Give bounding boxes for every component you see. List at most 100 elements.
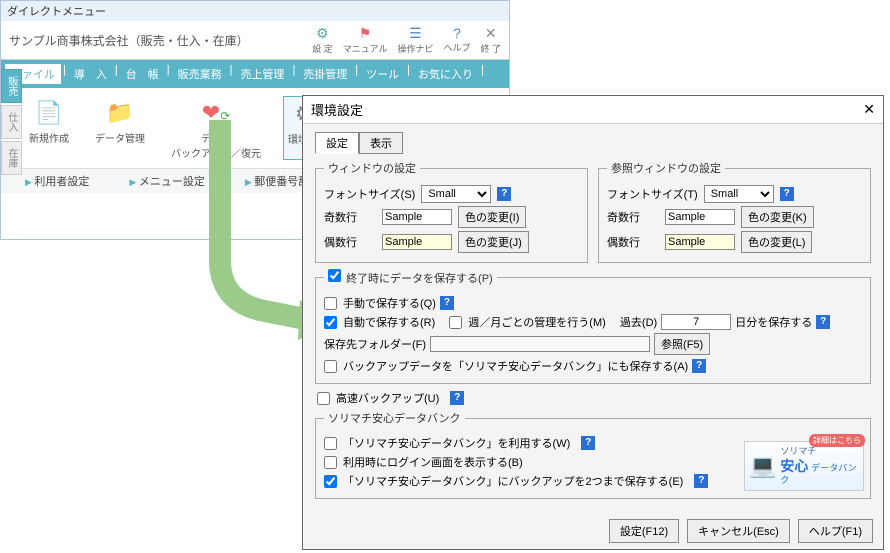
help-button[interactable]: ヘルプ(F1) [798, 519, 873, 543]
databank-login-checkbox[interactable] [324, 456, 337, 469]
ref-even-color-button[interactable]: 色の変更(L) [741, 231, 812, 253]
tab-tools[interactable]: ツール [360, 64, 405, 84]
save-on-exit-checkbox[interactable] [328, 269, 341, 282]
ref-even-label: 偶数行 [607, 234, 659, 250]
ribbon-data-mgmt[interactable]: 📁 データ管理 [91, 96, 149, 160]
manual-icon[interactable]: ⚑マニュアル [343, 25, 388, 55]
ref-even-sample [665, 234, 735, 250]
manual-save-label: 手動で保存する(Q) [343, 295, 436, 311]
weekly-label: 週／月ごとの管理を行う(M) [468, 314, 605, 330]
banner-badge: 詳細はこちら [809, 434, 865, 447]
dialog-body: 設定 表示 ウィンドウの設定 フォントサイズ(S) Small ? 奇数行 色の… [303, 124, 883, 513]
dialog-footer: 設定(F12) キャンセル(Esc) ヘルプ(F1) [609, 519, 873, 543]
ref-odd-label: 奇数行 [607, 209, 659, 225]
ref-font-label: フォントサイズ(T) [607, 186, 698, 202]
databank-banner[interactable]: 詳細はこちら 💻 ソリマチ 安心 データバンク [744, 441, 864, 491]
company-name: サンプル商事株式会社（販売・仕入・在庫） [9, 32, 312, 49]
side-tab-purchase[interactable]: 仕入 [1, 105, 22, 139]
dialog-title: 環境設定 [311, 100, 363, 119]
browse-button[interactable]: 参照(F5) [654, 333, 710, 355]
dialog-titlebar: 環境設定 ✕ [303, 96, 883, 124]
help-icon[interactable]: ? [497, 187, 511, 201]
tab-sales-op[interactable]: 販売業務 [172, 64, 228, 84]
save-legend: 終了時にデータを保存する(P) [324, 269, 497, 286]
days-suffix: 日分を保存する [735, 314, 812, 330]
tab-ledger[interactable]: 台 帳 [120, 64, 165, 84]
databank-limit2-checkbox[interactable] [324, 475, 337, 488]
toolbar-icons: ⚙設 定 ⚑マニュアル ☰操作ナビ ?ヘルプ ✕終 了 [312, 25, 501, 55]
databank-use-label: 「ソリマチ安心データバンク」を利用する(W) [343, 435, 570, 451]
env-settings-dialog: 環境設定 ✕ 設定 表示 ウィンドウの設定 フォントサイズ(S) Small ?… [302, 95, 884, 550]
side-tab-stock[interactable]: 在庫 [1, 141, 22, 175]
refwin-legend: 参照ウィンドウの設定 [607, 160, 725, 176]
tab-display[interactable]: 表示 [359, 132, 403, 154]
font-label: フォントサイズ(S) [324, 186, 415, 202]
sub-user-settings[interactable]: 利用者設定 [25, 173, 89, 189]
help-icon[interactable]: ? [694, 474, 708, 488]
fast-backup-label: 高速バックアップ(U) [336, 390, 439, 406]
weekly-checkbox[interactable] [449, 316, 462, 329]
ref-odd-sample [665, 209, 735, 225]
company-bar: サンプル商事株式会社（販売・仕入・在庫） ⚙設 定 ⚑マニュアル ☰操作ナビ ?… [1, 21, 509, 60]
plus-doc-icon: 📄 [35, 100, 62, 126]
save-on-exit-group: 終了時にデータを保存する(P) 手動で保存する(Q) ? 自動で保存する(R) … [315, 269, 871, 384]
help-icon[interactable]: ? [692, 359, 706, 373]
menu-bar: ファイル | 導 入 | 台 帳 | 販売業務 | 売上管理 | 売掛管理 | … [1, 60, 509, 88]
tab-settings[interactable]: 設定 [315, 132, 359, 154]
ribbon-new[interactable]: 📄 新規作成 [25, 96, 73, 160]
databank-limit2-label: 「ソリマチ安心データバンク」にバックアップを2つまで保存する(E) [343, 473, 683, 489]
banner-text: ソリマチ 安心 データバンク [780, 446, 863, 487]
window-settings-group: ウィンドウの設定 フォントサイズ(S) Small ? 奇数行 色の変更(I) … [315, 160, 588, 263]
help-icon[interactable]: ? [816, 315, 830, 329]
help-icon[interactable]: ? [780, 187, 794, 201]
odd-sample [382, 209, 452, 225]
exit-icon[interactable]: ✕終 了 [480, 25, 501, 55]
even-row-label: 偶数行 [324, 234, 376, 250]
odd-color-button[interactable]: 色の変更(I) [458, 206, 526, 228]
databank-legend: ソリマチ安心データバンク [324, 410, 465, 426]
heart-icon: ❤⟳ [202, 100, 231, 126]
dialog-tabs: 設定 表示 [315, 132, 871, 154]
days-input[interactable] [661, 314, 731, 330]
cancel-button[interactable]: キャンセル(Esc) [687, 519, 790, 543]
laptop-icon: 💻 [749, 453, 776, 479]
databank-also-label: バックアップデータを「ソリマチ安心データバンク」にも保存する(A) [343, 358, 688, 374]
settings-icon[interactable]: ⚙設 定 [312, 25, 333, 55]
auto-save-label: 自動で保存する(R) [343, 314, 435, 330]
folder-label: 保存先フォルダー(F) [324, 336, 426, 352]
ribbon-backup[interactable]: ❤⟳ データ バックアップ／復元 [167, 96, 265, 160]
font-size-select[interactable]: Small [421, 185, 491, 203]
ref-window-settings-group: 参照ウィンドウの設定 フォントサイズ(T) Small ? 奇数行 色の変更(K… [598, 160, 871, 263]
side-tab-sales[interactable]: 販売 [1, 69, 22, 103]
help-icon[interactable]: ? [440, 296, 454, 310]
auto-save-checkbox[interactable] [324, 316, 337, 329]
even-sample [382, 234, 452, 250]
odd-row-label: 奇数行 [324, 209, 376, 225]
databank-use-checkbox[interactable] [324, 437, 337, 450]
even-color-button[interactable]: 色の変更(J) [458, 231, 529, 253]
manual-save-checkbox[interactable] [324, 297, 337, 310]
window-legend: ウィンドウの設定 [324, 160, 420, 176]
help-icon[interactable]: ?ヘルプ [443, 25, 470, 55]
databank-also-checkbox[interactable] [324, 360, 337, 373]
past-label: 過去(D) [620, 314, 657, 330]
fast-backup-checkbox[interactable] [317, 392, 330, 405]
close-icon[interactable]: ✕ [863, 101, 875, 118]
help-icon[interactable]: ? [581, 436, 595, 450]
navi-icon[interactable]: ☰操作ナビ [397, 25, 433, 55]
side-tabs: 販売 仕入 在庫 [1, 69, 17, 177]
databank-group: ソリマチ安心データバンク 「ソリマチ安心データバンク」を利用する(W) ? 利用… [315, 410, 871, 499]
sub-menu-settings[interactable]: メニュー設定 [129, 173, 204, 189]
folder-icon: 📁 [106, 100, 133, 126]
ok-button[interactable]: 設定(F12) [609, 519, 679, 543]
tab-intro[interactable]: 導 入 [68, 64, 113, 84]
ref-font-size-select[interactable]: Small [704, 185, 774, 203]
tab-fav[interactable]: お気に入り [412, 64, 479, 84]
folder-input[interactable] [430, 336, 650, 352]
tab-ar[interactable]: 売掛管理 [297, 64, 353, 84]
databank-login-label: 利用時にログイン画面を表示する(B) [343, 454, 523, 470]
help-icon[interactable]: ? [450, 391, 464, 405]
window-title: ダイレクトメニュー [1, 1, 509, 21]
tab-sales-mgmt[interactable]: 売上管理 [234, 64, 290, 84]
ref-odd-color-button[interactable]: 色の変更(K) [741, 206, 814, 228]
